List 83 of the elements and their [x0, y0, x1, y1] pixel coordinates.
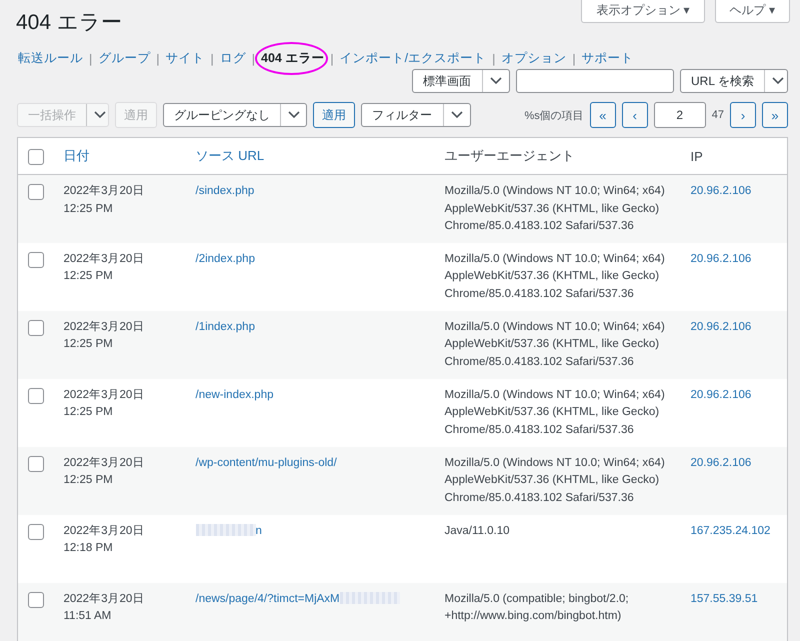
- date-text: 2022年3月20日: [64, 320, 146, 334]
- time-text: 12:25 PM: [64, 269, 114, 284]
- nav-link[interactable]: サポート: [582, 51, 634, 65]
- time-text: 12:25 PM: [64, 473, 114, 488]
- separator: |: [89, 52, 92, 66]
- row-checkbox[interactable]: [28, 456, 44, 472]
- page-input[interactable]: 2: [654, 102, 706, 128]
- ip-link[interactable]: 157.55.39.51: [690, 592, 758, 604]
- items-count: %s個の項目: [524, 108, 584, 122]
- page-title: 404 エラー: [16, 10, 122, 36]
- date-text: 2022年3月20日: [64, 252, 146, 266]
- last-page-button[interactable]: »: [762, 102, 788, 128]
- chevron-down-icon: [451, 111, 463, 119]
- screen-options-tab[interactable]: ヘルプ ▾: [714, 0, 790, 23]
- first-page-button[interactable]: «: [590, 102, 616, 128]
- chevron-down-icon: [94, 111, 106, 119]
- user-agent-text: Mozilla/5.0 (Windows NT 10.0; Win64; x64) AppleWebKit/537.36 (KHTML, like Gecko) Chrome/85.0.4183.102 Safari/537.36: [444, 456, 666, 506]
- total-pages: 47: [712, 109, 724, 121]
- row-checkbox[interactable]: [28, 320, 44, 336]
- date-text: 2022年3月20日: [64, 456, 146, 470]
- row-checkbox[interactable]: [28, 524, 44, 540]
- separator: |: [572, 52, 576, 66]
- source-url-link[interactable]: n: [196, 524, 262, 536]
- nav-link[interactable]: オプション: [501, 51, 566, 65]
- separator: |: [210, 52, 214, 66]
- time-text: 12:25 PM: [64, 405, 114, 420]
- grouping-select[interactable]: グルーピングなし: [163, 103, 307, 127]
- date-text: 2022年3月20日: [64, 184, 146, 199]
- apply-button[interactable]: 適用: [313, 102, 355, 128]
- nav-link[interactable]: 404 エラー: [261, 51, 324, 65]
- column-header: ユーザーエージェント: [444, 148, 574, 163]
- separator: |: [156, 52, 160, 66]
- column-header: IP: [690, 148, 703, 164]
- source-url-link[interactable]: /news/page/4/?timct=MjAxM: [196, 592, 400, 604]
- user-agent-text: Mozilla/5.0 (Windows NT 10.0; Win64; x64) AppleWebKit/537.36 (KHTML, like Gecko) Chrome/85.0.4183.102 Safari/537.36: [444, 320, 666, 370]
- source-url-link[interactable]: /1index.php: [196, 320, 255, 332]
- prev-page-button[interactable]: ‹: [622, 102, 648, 128]
- chevron-down-icon: [772, 77, 784, 85]
- filter-select[interactable]: フィルター: [361, 103, 471, 127]
- source-url-link[interactable]: /2index.php: [196, 252, 255, 264]
- source-url-link[interactable]: /new-index.php: [196, 388, 274, 400]
- nav-link[interactable]: サイト: [166, 51, 204, 65]
- nav-link[interactable]: グループ: [98, 51, 150, 65]
- time-text: 12:18 PM: [64, 541, 114, 556]
- ip-link[interactable]: 20.96.2.106: [690, 252, 752, 264]
- row-checkbox[interactable]: [28, 252, 44, 268]
- user-agent-text: Mozilla/5.0 (Windows NT 10.0; Win64; x64) AppleWebKit/537.36 (KHTML, like Gecko) Chrome/85.0.4183.102 Safari/537.36: [444, 252, 666, 302]
- separator: |: [252, 52, 255, 66]
- user-agent-text: Mozilla/5.0 (Windows NT 10.0; Win64; x64) AppleWebKit/537.36 (KHTML, like Gecko) Chrome/85.0.4183.102 Safari/537.36: [444, 184, 666, 234]
- chevron-down-icon: [288, 111, 300, 119]
- row-checkbox[interactable]: [28, 184, 44, 200]
- date-text: 2022年3月20日: [64, 592, 146, 606]
- column-header[interactable]: ソース URL: [196, 148, 264, 163]
- user-agent-text: Mozilla/5.0 (compatible; bingbot/2.0; +http://www.bing.com/bingbot.htm): [444, 592, 630, 624]
- nav-link[interactable]: インポート/エクスポート: [340, 51, 486, 65]
- user-agent-text: Java/11.0.10: [444, 524, 511, 538]
- date-text: 2022年3月20日: [64, 388, 146, 402]
- separator: |: [492, 52, 496, 66]
- ip-link[interactable]: 20.96.2.106: [690, 320, 752, 332]
- date-text: 2022年3月20日: [64, 524, 146, 538]
- time-text: 11:51 AM: [64, 609, 112, 624]
- row-checkbox[interactable]: [28, 592, 44, 608]
- screen-options-tab[interactable]: 表示オプション ▾: [581, 0, 705, 23]
- ip-link[interactable]: 20.96.2.106: [690, 456, 752, 468]
- column-header[interactable]: 日付: [64, 148, 90, 163]
- nav-link[interactable]: ログ: [220, 51, 246, 65]
- time-text: 12:25 PM: [64, 337, 114, 352]
- search-select[interactable]: URL を検索: [680, 69, 788, 93]
- next-page-button[interactable]: ›: [730, 102, 756, 128]
- select-all-checkbox[interactable]: [28, 148, 44, 164]
- view-select[interactable]: 標準画面: [412, 69, 510, 93]
- source-url-link[interactable]: /wp-content/mu-plugins-old/: [196, 456, 337, 468]
- search-field[interactable]: [516, 69, 674, 93]
- ip-link[interactable]: 20.96.2.106: [690, 185, 752, 197]
- ip-link[interactable]: 20.96.2.106: [690, 388, 752, 400]
- chevron-down-icon: [490, 77, 502, 85]
- user-agent-text: Mozilla/5.0 (Windows NT 10.0; Win64; x64) AppleWebKit/537.36 (KHTML, like Gecko) Chrome/85.0.4183.102 Safari/537.36: [444, 388, 666, 438]
- time-text: 12:25 PM: [64, 202, 114, 216]
- separator: |: [330, 52, 334, 66]
- ip-link[interactable]: 167.235.24.102: [690, 524, 770, 536]
- row-checkbox[interactable]: [28, 388, 44, 404]
- nav-link[interactable]: 転送ルール: [18, 51, 83, 65]
- source-url-link[interactable]: /sindex.php: [196, 185, 254, 197]
